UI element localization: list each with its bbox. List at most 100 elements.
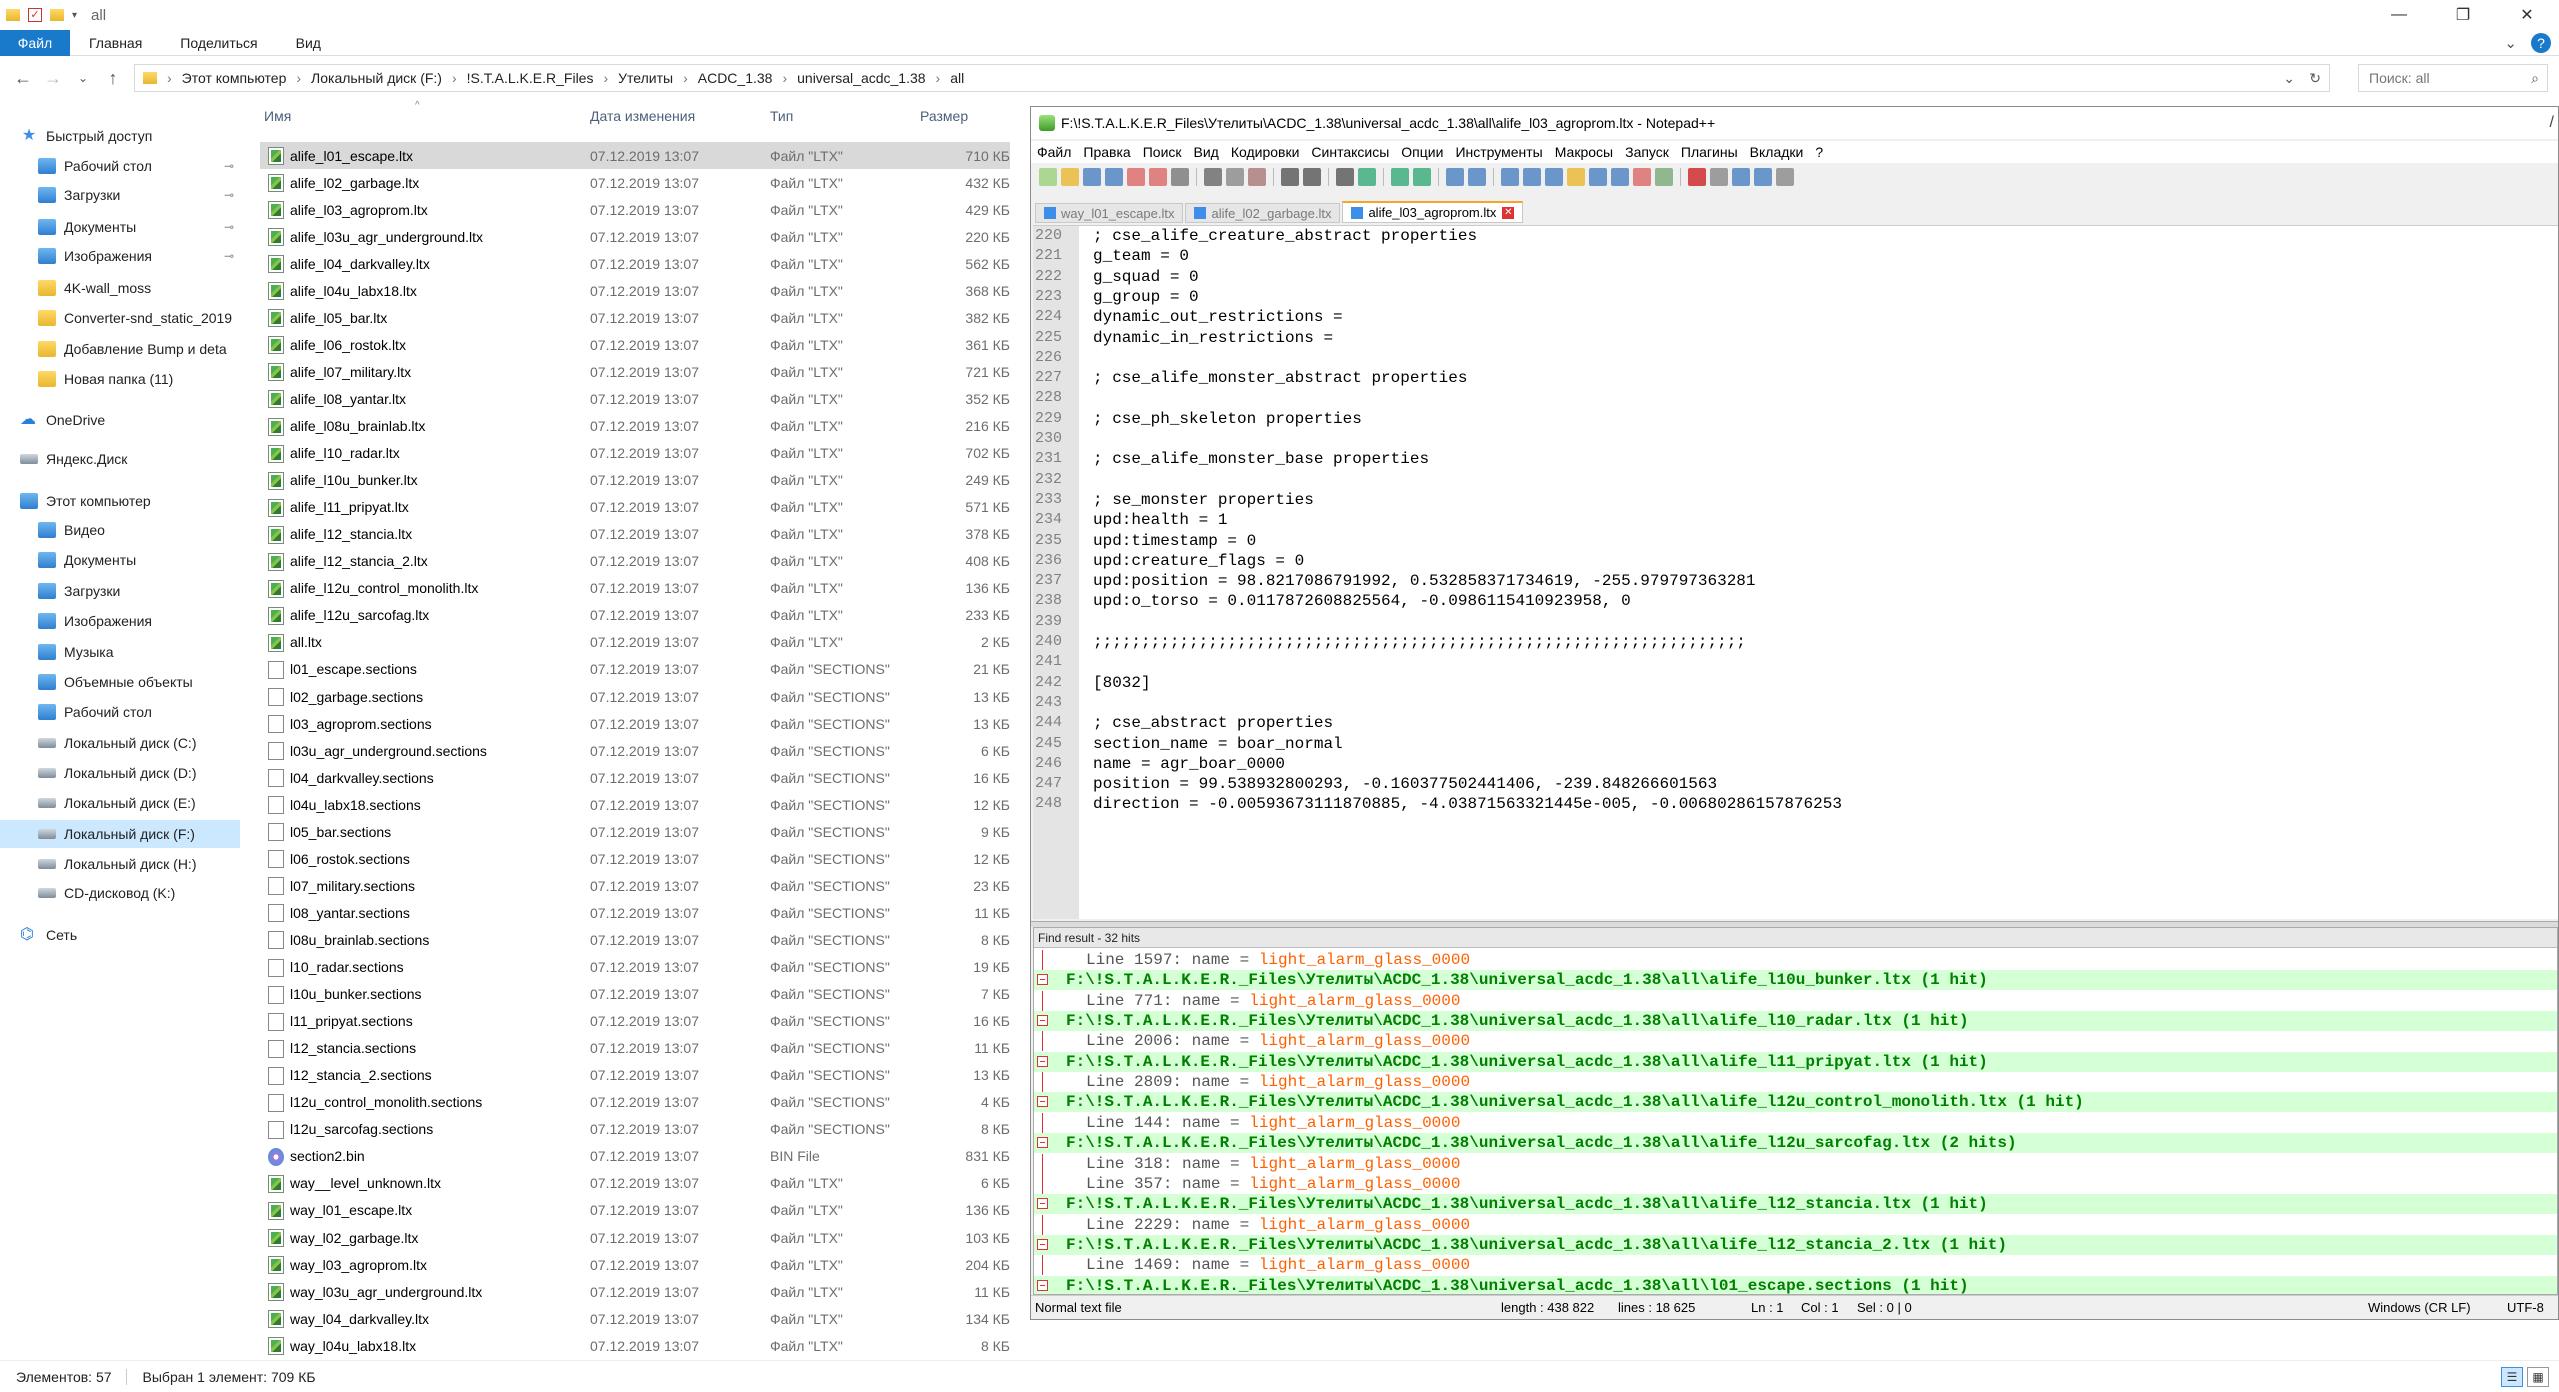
file-row[interactable]: l04_darkvalley.sections 07.12.2019 13:07 Ф… xyxy=(260,764,1010,791)
zoom-out-icon[interactable] xyxy=(1413,168,1431,186)
tab-close-icon[interactable]: ✕ xyxy=(1502,206,1515,219)
pin-icon[interactable]: ⊸ xyxy=(224,220,234,234)
npp-tab[interactable]: way_l01_escape.ltx xyxy=(1035,203,1184,223)
nav-item[interactable]: Загрузки xyxy=(0,577,240,605)
npp-tab[interactable]: alife_l02_garbage.ltx xyxy=(1185,203,1341,223)
file-row[interactable]: section2.bin 07.12.2019 13:07 BIN File 831 … xyxy=(260,1143,1010,1170)
forward-arrow-icon[interactable]: → xyxy=(38,68,68,89)
column-header-date[interactable]: Дата изменения xyxy=(590,108,695,130)
details-view-icon[interactable]: ☰ xyxy=(2501,1367,2523,1387)
file-row[interactable]: l04u_labx18.sections 07.12.2019 13:07 Файл… xyxy=(260,791,1010,818)
breadcrumb-utilities[interactable]: Утелиты xyxy=(612,70,679,86)
function-list-icon[interactable] xyxy=(1611,168,1629,186)
cut-icon[interactable] xyxy=(1204,168,1222,186)
nav-item[interactable]: Документы xyxy=(0,546,240,574)
ribbon-tab-home[interactable]: Главная xyxy=(70,35,161,51)
doc-map-icon[interactable] xyxy=(1589,168,1607,186)
find-result-line[interactable]: Line 1469: name = light_alarm_glass_0000 xyxy=(1034,1255,2557,1276)
file-row[interactable]: alife_l12u_control_monolith.ltx 07.12.201… xyxy=(260,575,1010,602)
indent-guide-icon[interactable] xyxy=(1545,168,1563,186)
qa-dropdown-icon[interactable]: ▾ xyxy=(72,10,77,21)
monitor-icon[interactable] xyxy=(1655,168,1673,186)
collapse-icon[interactable] xyxy=(1037,1055,1048,1067)
find-result-file[interactable]: F:\!S.T.A.L.K.E.R._Files\Утелиты\ACDC_1.… xyxy=(1034,1275,2557,1294)
file-row[interactable]: alife_l12_stancia.ltx 07.12.2019 13:07 Фай… xyxy=(260,521,1010,548)
file-row[interactable]: way_l03u_agr_underground.ltx 07.12.2019 1… xyxy=(260,1278,1010,1305)
nav-item[interactable]: Локальный диск (H:) xyxy=(0,850,240,878)
open-file-icon[interactable] xyxy=(1061,168,1079,186)
file-row[interactable]: alife_l03_agroprom.ltx 07.12.2019 13:07 Фа… xyxy=(260,196,1010,223)
collapse-icon[interactable] xyxy=(1037,1198,1048,1210)
ribbon-tab-share[interactable]: Поделиться xyxy=(161,35,276,51)
collapse-icon[interactable] xyxy=(1037,974,1048,986)
pin-icon[interactable]: ⊸ xyxy=(224,249,234,263)
file-row[interactable]: alife_l08u_brainlab.ltx 07.12.2019 13:07 Ф… xyxy=(260,413,1010,440)
file-row[interactable]: l08_yantar.sections 07.12.2019 13:07 Файл … xyxy=(260,899,1010,926)
recent-dropdown-icon[interactable]: ⌄ xyxy=(68,71,98,85)
npp-menu-item[interactable]: Плагины xyxy=(1675,144,1744,160)
status-eol[interactable]: Windows (CR LF) xyxy=(2368,1300,2471,1315)
pin-icon[interactable]: ⊸ xyxy=(224,188,234,202)
file-row[interactable]: alife_l02_garbage.ltx 07.12.2019 13:07 Фай… xyxy=(260,169,1010,196)
collapse-icon[interactable] xyxy=(1037,1137,1048,1149)
file-row[interactable]: way_l03_agroprom.ltx 07.12.2019 13:07 Файл… xyxy=(260,1251,1010,1278)
file-row[interactable]: l06_rostok.sections 07.12.2019 13:07 Файл … xyxy=(260,845,1010,872)
sync-horizontal-icon[interactable] xyxy=(1468,168,1486,186)
file-row[interactable]: alife_l04u_labx18.ltx 07.12.2019 13:07 Фай… xyxy=(260,277,1010,304)
npp-menu-item[interactable]: Синтаксисы xyxy=(1305,144,1395,160)
play-macro-icon[interactable] xyxy=(1732,168,1750,186)
close-icon[interactable] xyxy=(1127,168,1145,186)
find-result-line[interactable]: Line 2229: name = light_alarm_glass_0000 xyxy=(1034,1214,2557,1235)
file-row[interactable]: alife_l11_pripyat.ltx 07.12.2019 13:07 Фай… xyxy=(260,494,1010,521)
nav-item[interactable]: Рабочий стол ⊸ xyxy=(0,152,240,180)
refresh-icon[interactable]: ↻ xyxy=(2309,70,2321,87)
back-arrow-icon[interactable]: ← xyxy=(8,68,38,89)
collapse-icon[interactable] xyxy=(1037,1096,1048,1108)
column-header-type[interactable]: Тип xyxy=(770,108,793,130)
file-row[interactable]: l12u_sarcofag.sections 07.12.2019 13:07 Фа… xyxy=(260,1116,1010,1143)
file-row[interactable]: alife_l10u_bunker.ltx 07.12.2019 13:07 Фай… xyxy=(260,467,1010,494)
file-row[interactable]: l12_stancia_2.sections 07.12.2019 13:07 Фа… xyxy=(260,1062,1010,1089)
replace-icon[interactable] xyxy=(1358,168,1376,186)
nav-item[interactable]: Локальный диск (C:) xyxy=(0,729,240,757)
nav-item[interactable]: ★ Быстрый доступ xyxy=(0,122,240,150)
file-row[interactable]: l08u_brainlab.sections 07.12.2019 13:07 Фа… xyxy=(260,926,1010,953)
breadcrumb-acdc[interactable]: ACDC_1.38 xyxy=(692,70,779,86)
run-macro-multiple-icon[interactable] xyxy=(1754,168,1772,186)
close-all-icon[interactable] xyxy=(1149,168,1167,186)
file-row[interactable]: l12_stancia.sections 07.12.2019 13:07 Файл… xyxy=(260,1035,1010,1062)
file-row[interactable]: l10_radar.sections 07.12.2019 13:07 Файл "… xyxy=(260,954,1010,981)
file-row[interactable]: way_l04u_labx18.ltx 07.12.2019 13:07 Файл … xyxy=(260,1332,1010,1359)
file-row[interactable]: l11_pripyat.sections 07.12.2019 13:07 Файл… xyxy=(260,1008,1010,1035)
nav-item[interactable]: Загрузки ⊸ xyxy=(0,181,240,209)
file-row[interactable]: way_l02_garbage.ltx 07.12.2019 13:07 Файл … xyxy=(260,1224,1010,1251)
file-row[interactable]: way_l04_darkvalley.ltx 07.12.2019 13:07 Фа… xyxy=(260,1305,1010,1332)
nav-item[interactable]: Новая папка (11) xyxy=(0,365,240,393)
file-row[interactable]: l03u_agr_underground.sections 07.12.2019 … xyxy=(260,737,1010,764)
file-row[interactable]: l02_garbage.sections 07.12.2019 13:07 Файл… xyxy=(260,683,1010,710)
save-icon[interactable] xyxy=(1083,168,1101,186)
new-file-icon[interactable] xyxy=(1039,168,1057,186)
nav-item[interactable]: ⌬ Сеть xyxy=(0,921,240,949)
find-result-file[interactable]: F:\!S.T.A.L.K.E.R._Files\Утелиты\ACDC_1.… xyxy=(1034,1051,2557,1072)
npp-menu-item[interactable]: Правка xyxy=(1077,144,1136,160)
sync-vertical-icon[interactable] xyxy=(1446,168,1464,186)
collapse-icon[interactable] xyxy=(1037,1279,1048,1291)
zoom-in-icon[interactable] xyxy=(1391,168,1409,186)
file-row[interactable]: l10u_bunker.sections 07.12.2019 13:07 Файл… xyxy=(260,981,1010,1008)
nav-item[interactable]: Изображения ⊸ xyxy=(0,242,240,270)
npp-menu-item[interactable]: Файл xyxy=(1031,144,1077,160)
ribbon-tab-file[interactable]: Файл xyxy=(0,29,70,56)
search-input[interactable]: Поиск: all ⌕ xyxy=(2358,64,2548,92)
stop-record-icon[interactable] xyxy=(1710,168,1728,186)
npp-tab[interactable]: alife_l03_agroprom.ltx ✕ xyxy=(1342,201,1524,223)
show-all-chars-icon[interactable] xyxy=(1523,168,1541,186)
file-row[interactable]: alife_l08_yantar.ltx 07.12.2019 13:07 Файл… xyxy=(260,385,1010,412)
find-result-file[interactable]: F:\!S.T.A.L.K.E.R._Files\Утелиты\ACDC_1.… xyxy=(1034,1194,2557,1215)
find-result-file[interactable]: F:\!S.T.A.L.K.E.R._Files\Утелиты\ACDC_1.… xyxy=(1034,970,2557,991)
nav-item[interactable]: CD-дисковод (K:) xyxy=(0,879,240,907)
file-row[interactable]: l01_escape.sections 07.12.2019 13:07 Файл … xyxy=(260,656,1010,683)
nav-item[interactable]: Локальный диск (F:) xyxy=(0,819,240,848)
file-row[interactable]: alife_l01_escape.ltx 07.12.2019 13:07 Файл… xyxy=(260,142,1010,169)
npp-menu-item[interactable]: Поиск xyxy=(1137,144,1188,160)
